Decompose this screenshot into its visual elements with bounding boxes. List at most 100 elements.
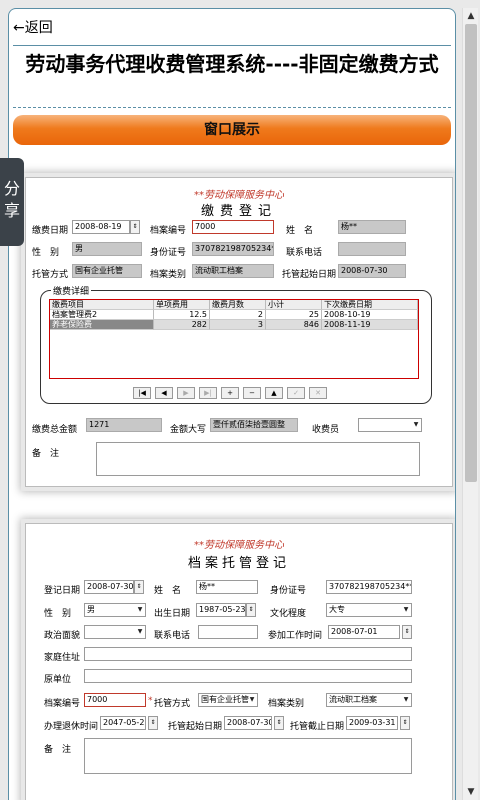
retire-spin-icon[interactable]: ⇕ xyxy=(148,716,158,730)
grid-header: 下次缴费日期 xyxy=(322,300,418,310)
pay-date-label: 缴费日期 xyxy=(32,226,69,236)
scrollbar[interactable]: ▲ ▼ xyxy=(462,8,478,800)
grid-header: 缴费月数 xyxy=(210,300,266,310)
share-button[interactable]: 分享 xyxy=(0,158,24,246)
trust-start-label: 托管起始日期 xyxy=(282,270,337,280)
gender-field[interactable]: 男 xyxy=(72,242,142,256)
trust-end-spin-icon[interactable]: ⇕ xyxy=(400,716,410,730)
note-label-2: 备 注 xyxy=(44,745,72,755)
grid-header-row: 缴费项目 单项费用 缴费月数 小计 下次缴费日期 xyxy=(50,300,418,310)
edu-select[interactable]: 大专 ▼ xyxy=(326,603,412,617)
unit-field[interactable] xyxy=(84,669,412,683)
window-show-button[interactable]: 窗口展示 xyxy=(13,115,451,145)
grid-cell: 养老保险费 xyxy=(50,320,154,330)
note-textarea[interactable] xyxy=(96,442,420,476)
id-label-2: 身份证号 xyxy=(270,586,307,596)
chevron-down-icon: ▼ xyxy=(249,696,255,703)
chevron-down-icon: ▼ xyxy=(403,696,409,703)
scroll-thumb[interactable] xyxy=(465,24,477,482)
phone-label-2: 联系电话 xyxy=(154,631,191,641)
cancel-record-button[interactable]: ✕ xyxy=(309,387,327,399)
trust-start-field[interactable]: 2008-07-30 xyxy=(338,264,406,278)
payment-detail-grid: 缴费项目 单项费用 缴费月数 小计 下次缴费日期 档案管理费2 12.5 2 2… xyxy=(49,299,419,379)
note-label: 备 注 xyxy=(32,449,60,459)
page-title: 劳动事务代理收费管理系统----非固定缴费方式 xyxy=(25,52,439,76)
archive-type-value: 流动职工档案 xyxy=(329,695,377,704)
required-mark-icon: * xyxy=(148,696,153,706)
trust-label-2: 托管方式 xyxy=(154,699,191,709)
grid-header: 缴费项目 xyxy=(50,300,154,310)
add-record-button[interactable]: + xyxy=(221,387,239,399)
name-label-2: 姓 名 xyxy=(154,586,182,596)
grid-cell: 2 xyxy=(210,310,266,320)
grid-header: 单项费用 xyxy=(154,300,210,310)
trust-field[interactable]: 国有企业托管 xyxy=(72,264,142,278)
gender-label: 性 别 xyxy=(32,248,60,258)
trust-select[interactable]: 国有企业托管 ▼ xyxy=(198,693,258,707)
id-field[interactable]: 370782198705234**** xyxy=(192,242,274,256)
id-field-2[interactable]: 370782198705234**** xyxy=(326,580,412,594)
trust-start-spin-icon[interactable]: ⇕ xyxy=(274,716,284,730)
phone-field-2[interactable] xyxy=(198,625,258,639)
payment-form-screenshot: **劳动保障服务中心 缴费登记 缴费日期 2008-08-19 ⇕ 档案编号 7… xyxy=(25,177,453,487)
reg-date-spin-icon[interactable]: ⇕ xyxy=(134,580,144,594)
archive-type-field[interactable]: 流动职工档案 xyxy=(192,264,274,278)
grid-cell: 25 xyxy=(266,310,322,320)
note-textarea-2[interactable] xyxy=(84,738,412,774)
address-field[interactable] xyxy=(84,647,412,661)
trust-start-label-2: 托管起始日期 xyxy=(168,722,223,732)
page-container: ←返回 劳动事务代理收费管理系统----非固定缴费方式 窗口展示 **劳动保障服… xyxy=(8,8,456,800)
collector-label: 收费员 xyxy=(312,425,340,435)
politics-select[interactable]: ▼ xyxy=(84,625,146,639)
next-record-button[interactable]: ▶ xyxy=(177,387,195,399)
grid-cell: 846 xyxy=(266,320,322,330)
phone-field[interactable] xyxy=(338,242,406,256)
archive-no-field-2[interactable]: 7000 xyxy=(84,693,146,707)
work-date-label: 参加工作时间 xyxy=(268,631,323,641)
trust-end-field[interactable]: 2009-03-31 xyxy=(346,716,398,730)
grid-cell: 282 xyxy=(154,320,210,330)
form1-org: **劳动保障服务中心 xyxy=(194,190,284,201)
edu-label: 文化程度 xyxy=(270,609,307,619)
work-date-field[interactable]: 2008-07-01 xyxy=(328,625,400,639)
total-field[interactable]: 1271 xyxy=(86,418,162,432)
table-row[interactable]: 档案管理费2 12.5 2 25 2008-10-19 xyxy=(50,310,418,320)
edu-value: 大专 xyxy=(329,605,345,614)
form2-title: 档案托管登记 xyxy=(187,556,290,571)
retire-field[interactable]: 2047-05-23 xyxy=(100,716,146,730)
upper-field[interactable]: 壹仟贰佰柒拾壹圆整 xyxy=(210,418,298,432)
archive-no-field[interactable]: 7000 xyxy=(192,220,274,234)
last-record-button[interactable]: ▶| xyxy=(199,387,217,399)
pay-date-field[interactable]: 2008-08-19 xyxy=(72,220,130,234)
scroll-up-icon[interactable]: ▲ xyxy=(463,8,479,24)
form1-title: 缴费登记 xyxy=(200,204,277,219)
birth-field[interactable]: 1987-05-23 xyxy=(196,603,246,617)
delete-record-button[interactable]: − xyxy=(243,387,261,399)
reg-date-label: 登记日期 xyxy=(44,586,81,596)
pay-date-spin-icon[interactable]: ⇕ xyxy=(130,220,140,234)
name-field-2[interactable]: 杨** xyxy=(196,580,258,594)
collector-select[interactable]: ▼ xyxy=(358,418,422,432)
trust-value: 国有企业托管 xyxy=(201,695,249,704)
grid-cell: 3 xyxy=(210,320,266,330)
first-record-button[interactable]: |◀ xyxy=(133,387,151,399)
birth-spin-icon[interactable]: ⇕ xyxy=(246,603,256,617)
back-link[interactable]: ←返回 xyxy=(13,17,53,37)
chevron-down-icon: ▼ xyxy=(137,628,143,635)
archive-type-select[interactable]: 流动职工档案 ▼ xyxy=(326,693,412,707)
work-date-spin-icon[interactable]: ⇕ xyxy=(402,625,412,639)
trust-start-field-2[interactable]: 2008-07-30 xyxy=(224,716,272,730)
record-navigator: |◀ ◀ ▶ ▶| + − ▲ ✓ ✕ xyxy=(133,387,333,399)
politics-label: 政治面貌 xyxy=(44,631,81,641)
unit-label: 原单位 xyxy=(44,675,72,685)
edit-record-button[interactable]: ▲ xyxy=(265,387,283,399)
reg-date-field[interactable]: 2008-07-30 xyxy=(84,580,134,594)
grid-cell: 2008-10-19 xyxy=(322,310,418,320)
gender-select[interactable]: 男 ▼ xyxy=(84,603,146,617)
trust-label: 托管方式 xyxy=(32,270,69,280)
scroll-down-icon[interactable]: ▼ xyxy=(463,784,479,800)
table-row-selected[interactable]: 养老保险费 282 3 846 2008-11-19 xyxy=(50,320,418,330)
prev-record-button[interactable]: ◀ xyxy=(155,387,173,399)
post-record-button[interactable]: ✓ xyxy=(287,387,305,399)
name-field[interactable]: 杨** xyxy=(338,220,406,234)
